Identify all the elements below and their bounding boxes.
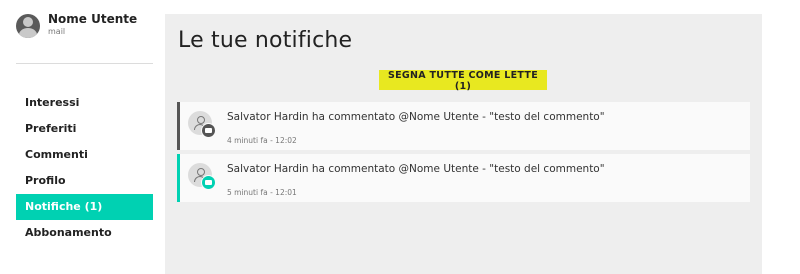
notification-item[interactable]: Salvator Hardin ha commentato @Nome Uten… bbox=[177, 102, 750, 150]
user-info[interactable]: Nome Utente mail bbox=[16, 12, 137, 38]
comment-bubble-icon bbox=[201, 123, 216, 138]
notification-time: 4 minuti fa - 12:02 bbox=[227, 136, 297, 145]
user-name: Nome Utente bbox=[48, 12, 138, 26]
sidebar-item-abbonamento[interactable]: Abbonamento bbox=[16, 220, 153, 246]
user-mail: mail bbox=[48, 27, 66, 36]
notifications-panel: Le tue notifiche SEGNA TUTTE COME LETTE … bbox=[165, 14, 762, 274]
notification-text: Salvator Hardin ha commentato @Nome Uten… bbox=[227, 111, 605, 123]
mark-all-read-button[interactable]: SEGNA TUTTE COME LETTE (1) bbox=[379, 70, 547, 92]
sidebar-item-preferiti[interactable]: Preferiti bbox=[16, 116, 153, 142]
page-title: Le tue notifiche bbox=[178, 28, 353, 53]
sidebar: Nome Utente mail Interessi Preferiti Com… bbox=[0, 0, 165, 274]
notification-item-unread[interactable]: Salvator Hardin ha commentato @Nome Uten… bbox=[177, 154, 750, 202]
user-avatar-icon[interactable] bbox=[16, 14, 40, 38]
sidebar-item-notifiche[interactable]: Notifiche (1) bbox=[16, 194, 153, 220]
sidebar-item-commenti[interactable]: Commenti bbox=[16, 142, 153, 168]
comment-bubble-icon bbox=[201, 175, 216, 190]
sidebar-divider bbox=[16, 63, 153, 64]
notification-text: Salvator Hardin ha commentato @Nome Uten… bbox=[227, 163, 605, 175]
sidebar-nav: Interessi Preferiti Commenti Profilo Not… bbox=[16, 90, 153, 246]
sidebar-item-profilo[interactable]: Profilo bbox=[16, 168, 153, 194]
sidebar-item-interessi[interactable]: Interessi bbox=[16, 90, 153, 116]
notification-time: 5 minuti fa - 12:01 bbox=[227, 188, 297, 197]
